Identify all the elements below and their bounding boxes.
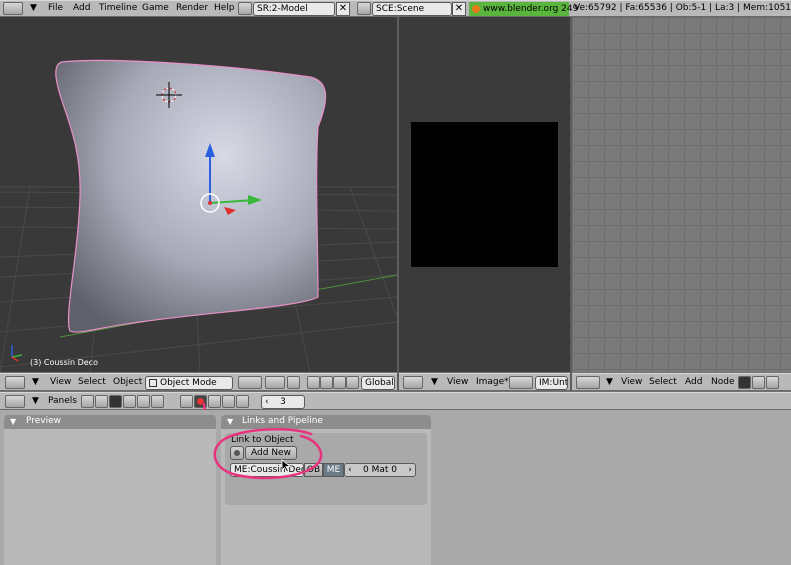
material-index-field[interactable]: ‹ 0 Mat 0 › <box>344 463 416 477</box>
scene-context-icon[interactable] <box>151 395 164 408</box>
editing-context-icon[interactable] <box>137 395 150 408</box>
editor-type-info-icon[interactable] <box>3 2 23 15</box>
shading-context-icon[interactable] <box>109 395 122 408</box>
decrement-arrow-icon[interactable]: ‹ <box>265 396 269 408</box>
axis-gizmo-icon <box>11 345 23 362</box>
radiosity-buttons-icon[interactable] <box>222 395 235 408</box>
screen-delete-button[interactable]: ✕ <box>336 2 350 16</box>
frame-counter[interactable]: ‹ 3 <box>261 395 305 409</box>
editor-type-node-icon[interactable] <box>576 376 600 389</box>
pivot-icon[interactable] <box>265 376 285 389</box>
menu-add[interactable]: Add <box>685 376 702 389</box>
composite-nodes-icon[interactable] <box>752 376 765 389</box>
material-index-value: 0 Mat 0 <box>363 465 397 475</box>
material-nodes-icon[interactable] <box>738 376 751 389</box>
draw-type-icon[interactable] <box>238 376 262 389</box>
logic-context-icon[interactable] <box>81 395 94 408</box>
screen-browse-icon[interactable] <box>238 2 252 15</box>
image-editor[interactable] <box>399 17 570 372</box>
area-divider[interactable] <box>570 17 572 391</box>
image-field[interactable]: IM:Untit <box>535 376 568 390</box>
grab-hand-icon[interactable] <box>307 376 320 389</box>
texture-nodes-icon[interactable] <box>766 376 779 389</box>
menu-object[interactable]: Object <box>113 376 142 389</box>
image-editor-header: ▼ View Image* IM:Untit <box>399 373 570 391</box>
menu-select[interactable]: Select <box>649 376 677 389</box>
scene-browse-icon[interactable] <box>357 2 371 15</box>
collapse-arrow-icon[interactable]: ▼ <box>32 395 39 408</box>
mode-select[interactable]: Object Mode <box>145 376 233 390</box>
frame-value: 3 <box>280 397 286 407</box>
editor-type-3d-icon[interactable] <box>5 376 25 389</box>
editor-type-image-icon[interactable] <box>403 376 423 389</box>
collapse-arrow-icon[interactable]: ▼ <box>32 376 39 389</box>
active-object-label: (3) Coussin Deco <box>30 358 98 367</box>
viewport-3d-header: ▼ View Select Object Object Mode Global <box>0 373 397 391</box>
mode-select-label: Object Mode <box>160 378 217 388</box>
manipulator-toggle-icon[interactable] <box>287 376 300 389</box>
pillow-mesh <box>55 59 327 333</box>
preview-panel-header[interactable]: ▼ Preview <box>4 415 216 429</box>
world-buttons-icon[interactable] <box>236 395 249 408</box>
image-pin-icon[interactable] <box>509 376 533 389</box>
menu-game[interactable]: Game <box>142 2 169 15</box>
editor-type-buttons-icon[interactable] <box>5 395 25 408</box>
menu-image[interactable]: Image* <box>476 376 509 389</box>
area-divider[interactable] <box>397 17 399 391</box>
rotate-icon[interactable] <box>333 376 346 389</box>
menu-render[interactable]: Render <box>176 2 208 15</box>
increment-arrow-icon[interactable]: › <box>408 464 412 476</box>
menu-add[interactable]: Add <box>73 2 90 15</box>
script-context-icon[interactable] <box>95 395 108 408</box>
viewport-3d-scene <box>0 59 397 372</box>
website-text: www.blender.org 249 <box>483 4 579 14</box>
translate-icon[interactable] <box>320 376 333 389</box>
top-menu-bar: ▼ File Add Timeline Game Render Help SR:… <box>0 0 791 17</box>
menu-view[interactable]: View <box>447 376 468 389</box>
scene-field[interactable]: SCE:Scene <box>372 2 452 16</box>
blender-logo-icon <box>472 5 480 13</box>
object-mode-icon <box>149 379 157 387</box>
menu-view[interactable]: View <box>621 376 642 389</box>
menu-help[interactable]: Help <box>214 2 235 15</box>
menu-select[interactable]: Select <box>78 376 106 389</box>
menu-timeline[interactable]: Timeline <box>99 2 137 15</box>
preview-panel: ▼ Preview <box>4 415 216 565</box>
orientation-select[interactable]: Global <box>361 376 395 390</box>
viewport-3d[interactable]: (3) Coussin Deco <box>0 17 397 372</box>
collapse-arrow-icon[interactable]: ▼ <box>606 376 613 389</box>
annotation-circle <box>213 427 323 480</box>
collapse-arrow-icon[interactable]: ▼ <box>431 376 438 389</box>
buttons-window-header: ▼ Panels ‹ 3 <box>0 392 791 410</box>
panels-menu[interactable]: Panels <box>48 395 77 408</box>
menu-file[interactable]: File <box>48 2 63 15</box>
decrement-arrow-icon[interactable]: ‹ <box>348 464 352 476</box>
scene-delete-button[interactable]: ✕ <box>452 2 466 16</box>
scene-stats: Ve:65792 | Fa:65536 | Ob:5-1 | La:3 | Me… <box>574 3 791 13</box>
collapse-arrow-icon[interactable]: ▼ <box>30 2 37 15</box>
object-context-icon[interactable] <box>123 395 136 408</box>
preview-panel-title: Preview <box>26 416 62 426</box>
node-editor[interactable] <box>572 17 791 372</box>
menu-view[interactable]: View <box>50 376 71 389</box>
image-canvas <box>411 122 558 267</box>
menu-node[interactable]: Node <box>711 376 735 389</box>
scale-icon[interactable] <box>346 376 359 389</box>
panel-collapse-icon[interactable]: ▼ <box>10 415 16 428</box>
node-editor-header: ▼ View Select Add Node <box>572 373 791 391</box>
screen-field[interactable]: SR:2-Model <box>253 2 335 16</box>
website-badge[interactable]: www.blender.org 249 <box>469 2 578 16</box>
